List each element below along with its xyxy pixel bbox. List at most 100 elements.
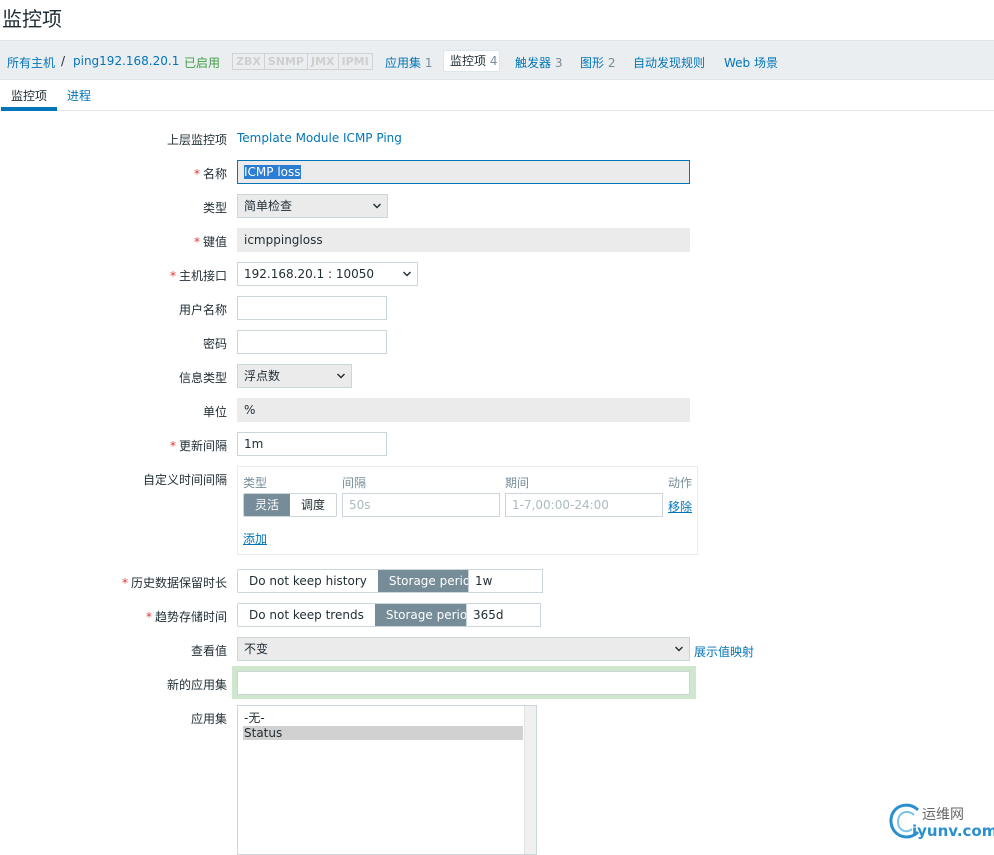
trends-mode-toggle: Do not keep trends Storage period: [237, 603, 487, 627]
badge-ipmi: IPMI: [341, 55, 369, 68]
chevron-down-icon: [337, 373, 345, 379]
info-type-value: 浮点数: [244, 369, 281, 383]
trends-do-not-keep[interactable]: Do not keep trends: [238, 604, 375, 626]
host-interface-value: 192.168.20.1 : 10050: [244, 267, 375, 281]
update-interval-label: * 更新间隔: [170, 437, 227, 454]
nav-triggers[interactable]: 触发器 3: [515, 54, 562, 71]
history-mode-toggle: Do not keep history Storage period: [237, 569, 490, 593]
tab-item[interactable]: 监控项: [11, 87, 47, 104]
form-tabs: 监控项 进程: [0, 80, 994, 111]
update-interval-input[interactable]: 1m: [237, 432, 387, 456]
watermark-text-cn: 运维网: [922, 807, 964, 823]
nav-graphs-label: 图形: [580, 56, 605, 70]
units-input: %: [237, 398, 690, 422]
nav-items-label: 监控项: [450, 54, 487, 68]
username-label: 用户名称: [178, 303, 227, 317]
name-label-text: 名称: [202, 167, 227, 181]
key-input: icmppingloss: [237, 228, 690, 252]
breadcrumb-all-hosts[interactable]: 所有主机: [7, 54, 55, 71]
nav-web-scenarios[interactable]: Web 场景: [724, 54, 778, 71]
info-type-select[interactable]: 浮点数: [237, 364, 352, 388]
history-period-input[interactable]: 1w: [468, 569, 543, 593]
required-asterisk: *: [169, 439, 176, 453]
name-input[interactable]: ICMP loss: [237, 160, 690, 184]
password-input[interactable]: [237, 330, 387, 354]
name-input-value: ICMP loss: [244, 165, 301, 179]
valuemap-value: 不变: [244, 642, 269, 656]
custom-intervals-label: 自定义时间间隔: [142, 473, 227, 487]
remove-interval-link[interactable]: 移除: [668, 498, 692, 515]
key-label: * 键值: [194, 233, 227, 250]
col-header-interval: 间隔: [342, 476, 367, 490]
trends-period-input[interactable]: 365d: [466, 603, 541, 627]
host-navigation-bar: 所有主机 / ping192.168.20.1 已启用 ZBX SNMP JMX…: [0, 40, 994, 80]
watermark-logo: 运维网 iyunv.com: [888, 800, 994, 844]
interface-label-text: 主机接口: [178, 269, 227, 283]
custom-interval-placeholder: 50s: [349, 498, 371, 512]
units-label: 单位: [202, 405, 227, 419]
nav-triggers-count: 3: [554, 56, 563, 70]
interface-label: * 主机接口: [170, 267, 227, 284]
required-asterisk: *: [169, 269, 176, 283]
custom-period-input[interactable]: 1-7,00:00-24:00: [505, 493, 663, 517]
chevron-down-icon: [675, 646, 683, 652]
chevron-down-icon: [403, 271, 411, 277]
new-application-label: 新的应用集: [166, 678, 227, 692]
col-header-action: 动作: [668, 476, 693, 490]
name-label: * 名称: [194, 165, 227, 182]
applications-label: 应用集: [190, 712, 227, 726]
username-input[interactable]: [237, 296, 387, 320]
info-type-label: 信息类型: [178, 371, 227, 385]
nav-triggers-label: 触发器: [515, 56, 552, 70]
nav-items-active[interactable]: 监控项 4: [443, 50, 500, 72]
type-select[interactable]: 简单检查: [237, 194, 388, 218]
breadcrumb-host[interactable]: ping192.168.20.1: [73, 54, 179, 68]
history-label-text: 历史数据保留时长: [130, 576, 227, 590]
col-header-period: 期间: [505, 476, 530, 490]
update-interval-label-text: 更新间隔: [178, 439, 227, 453]
list-item[interactable]: -无-: [243, 711, 523, 725]
nav-applications-count: 1: [424, 56, 433, 70]
required-asterisk: *: [121, 576, 128, 590]
type-label: 类型: [202, 201, 227, 215]
required-asterisk: *: [193, 167, 200, 181]
nav-applications[interactable]: 应用集 1: [385, 54, 432, 71]
host-status-enabled[interactable]: 已启用: [184, 54, 220, 71]
chevron-down-icon: [373, 203, 381, 209]
host-interface-select[interactable]: 192.168.20.1 : 10050: [237, 262, 418, 286]
nav-discovery-rules[interactable]: 自动发现规则: [633, 54, 705, 71]
custom-intervals-table: 类型 间隔 期间 动作 灵活 调度 50s 1-7,00:00-24:00 移除…: [237, 466, 698, 555]
breadcrumb-separator: /: [61, 54, 66, 68]
new-application-input[interactable]: [237, 671, 690, 695]
key-label-text: 键值: [202, 235, 227, 249]
badge-zbx: ZBX: [233, 54, 265, 69]
tab-preprocessing[interactable]: 进程: [67, 87, 91, 104]
required-asterisk: *: [193, 235, 200, 249]
password-label: 密码: [202, 337, 227, 351]
nav-items-count: 4: [489, 54, 498, 68]
trends-label: * 趋势存储时间: [146, 608, 227, 625]
valuemap-select[interactable]: 不变: [237, 637, 690, 661]
listbox-scrollbar[interactable]: [524, 706, 536, 854]
required-asterisk: *: [145, 610, 152, 624]
interval-type-flexible[interactable]: 灵活: [244, 494, 291, 516]
interval-type-scheduling[interactable]: 调度: [290, 494, 337, 516]
list-item-selected[interactable]: Status: [243, 726, 523, 740]
badge-snmp: SNMP: [265, 54, 308, 69]
type-select-value: 简单检查: [244, 199, 293, 213]
applications-listbox[interactable]: -无- Status: [237, 705, 537, 855]
availability-badges: ZBX SNMP JMX IPMI: [232, 53, 373, 70]
active-tab-indicator: [1, 107, 57, 111]
parent-template-link[interactable]: Template Module ICMP Ping: [237, 131, 402, 145]
page-title: 监控项: [2, 7, 62, 31]
parent-item-label: 上层监控项: [166, 133, 227, 147]
custom-interval-input[interactable]: 50s: [342, 493, 500, 517]
show-value-mappings-link[interactable]: 展示值映射: [694, 643, 754, 660]
add-interval-link[interactable]: 添加: [243, 530, 267, 547]
nav-graphs[interactable]: 图形 2: [580, 54, 615, 71]
badge-jmx: JMX: [308, 54, 339, 69]
history-do-not-keep[interactable]: Do not keep history: [238, 570, 378, 592]
nav-graphs-count: 2: [607, 56, 616, 70]
col-header-type: 类型: [243, 476, 268, 490]
interval-type-toggle: 灵活 调度: [243, 493, 338, 517]
